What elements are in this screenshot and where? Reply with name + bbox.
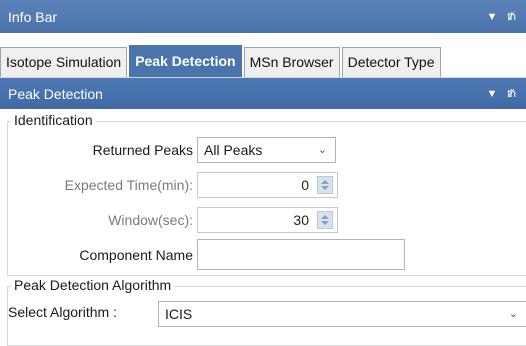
returned-peaks-value: All Peaks (204, 142, 263, 158)
identification-legend: Identification (11, 112, 96, 128)
returned-peaks-select[interactable]: All Peaks ⌄ (197, 137, 336, 163)
spinner-icon[interactable] (317, 211, 333, 229)
dropdown-arrow-icon[interactable]: ▼ (486, 11, 497, 23)
tab-detector-type[interactable]: Detector Type (341, 47, 441, 77)
chevron-down-icon: ⌄ (508, 308, 518, 320)
algorithm-group: Peak Detection Algorithm Select Algorith… (7, 277, 526, 346)
info-bar-titlebar: Info Bar ▼ ᵺ (0, 0, 526, 33)
expected-time-value: 0 (301, 177, 309, 193)
window-label: Window(sec): (108, 212, 193, 228)
window-value: 30 (293, 212, 309, 228)
spinner-icon[interactable] (317, 176, 333, 194)
identification-group: Identification Returned Peaks All Peaks … (7, 112, 526, 276)
component-name-label: Component Name (79, 247, 193, 263)
tab-strip: Isotope Simulation Peak Detection MSn Br… (0, 45, 526, 78)
window-field[interactable]: 30 (197, 207, 338, 233)
dropdown-arrow-icon[interactable]: ▼ (486, 88, 497, 100)
expected-time-label: Expected Time(min): (64, 177, 193, 193)
algorithm-legend: Peak Detection Algorithm (11, 277, 175, 293)
algorithm-select[interactable]: ICIS ⌄ (158, 301, 526, 327)
select-algorithm-label: Select Algorithm : (8, 304, 117, 320)
tab-peak-detection[interactable]: Peak Detection (129, 45, 242, 77)
tab-msn-browser[interactable]: MSn Browser (243, 47, 340, 77)
panel-title: Peak Detection (8, 85, 103, 102)
tab-isotope-simulation[interactable]: Isotope Simulation (0, 47, 128, 77)
peak-detection-titlebar: Peak Detection ▼ ᵺ (0, 78, 526, 109)
expected-time-field[interactable]: 0 (197, 172, 338, 198)
pin-icon[interactable]: ᵺ (507, 88, 516, 100)
info-bar-title: Info Bar (8, 8, 58, 25)
component-name-input[interactable] (197, 239, 405, 270)
pin-icon[interactable]: ᵺ (507, 11, 516, 23)
chevron-down-icon: ⌄ (317, 144, 327, 156)
peak-detection-panel: Identification Returned Peaks All Peaks … (0, 109, 526, 346)
returned-peaks-label: Returned Peaks (92, 142, 193, 158)
algorithm-value: ICIS (165, 306, 193, 322)
